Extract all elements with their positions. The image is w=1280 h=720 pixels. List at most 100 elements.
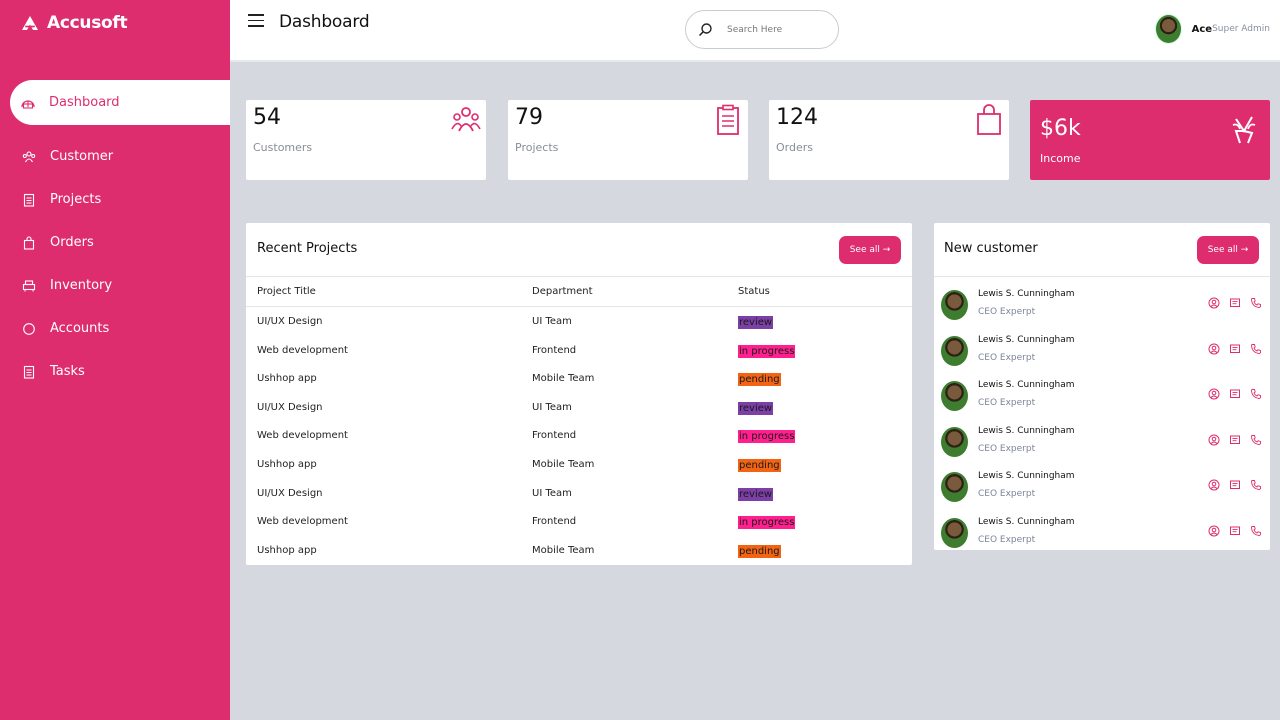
user-icon[interactable] xyxy=(1208,388,1220,400)
phone-icon[interactable] xyxy=(1250,297,1262,309)
project-title: Ushhop app xyxy=(257,373,317,385)
status-badge: review xyxy=(738,401,774,415)
stat-card-customers[interactable]: 54 Customers xyxy=(246,100,486,180)
user-icon[interactable] xyxy=(1208,343,1220,355)
status-badge: pending xyxy=(738,544,781,558)
sidebar-item-customer[interactable]: Customer xyxy=(0,135,230,178)
see-all-projects-button[interactable]: See all → xyxy=(839,236,901,264)
avatar xyxy=(941,381,968,412)
sidebar-item-tasks[interactable]: Tasks xyxy=(0,350,230,393)
stat-label: Projects xyxy=(515,141,559,154)
stat-card-income[interactable]: $6k Income xyxy=(1030,100,1270,180)
panel-header: Recent Projects See all → xyxy=(246,223,912,277)
user-profile[interactable]: Ace Super Admin xyxy=(1154,14,1270,44)
shopping-bag-icon xyxy=(977,104,1001,135)
status-badge: review xyxy=(738,316,774,329)
stat-card-orders[interactable]: 124 Orders xyxy=(769,100,1009,180)
brand[interactable]: Accusoft xyxy=(22,13,128,33)
sidebar-item-label: Dashboard xyxy=(49,95,120,110)
list-item[interactable]: Lewis S. Cunningham CEO Experpt xyxy=(934,464,1270,510)
avatar xyxy=(941,472,968,503)
project-department: Mobile Team xyxy=(532,544,595,556)
clipboard-icon xyxy=(22,193,36,207)
phone-icon[interactable] xyxy=(1250,479,1262,491)
sidebar-item-projects[interactable]: Projects xyxy=(0,178,230,221)
user-icon[interactable] xyxy=(1208,297,1220,309)
list-item[interactable]: Lewis S. Cunningham CEO Experpt xyxy=(934,510,1270,556)
list-item[interactable]: Lewis S. Cunningham CEO Experpt xyxy=(934,419,1270,465)
message-icon[interactable] xyxy=(1229,434,1241,446)
project-department: UI Team xyxy=(532,487,572,499)
user-name: Ace xyxy=(1191,23,1213,35)
customer-role: CEO Experpt xyxy=(978,398,1036,409)
list-item[interactable]: Lewis S. Cunningham CEO Experpt xyxy=(934,373,1270,419)
phone-icon[interactable] xyxy=(1250,434,1262,446)
sidebar-item-orders[interactable]: Orders xyxy=(0,221,230,264)
table-row[interactable]: UI/UX Design UI Team review xyxy=(246,393,912,421)
sidebar-item-accounts[interactable]: Accounts xyxy=(0,307,230,350)
project-title: UI/UX Design xyxy=(257,487,323,499)
search-input[interactable] xyxy=(727,24,822,35)
stat-label: Income xyxy=(1040,152,1081,165)
clipboard-icon xyxy=(717,104,739,135)
message-icon[interactable] xyxy=(1229,479,1241,491)
customer-role: CEO Experpt xyxy=(978,535,1036,545)
table-row[interactable]: Web development Frontend in progress xyxy=(246,336,912,364)
avatar xyxy=(1154,14,1182,44)
project-department: UI Team xyxy=(532,316,572,327)
column-header: Project Title xyxy=(257,286,316,297)
project-department: Mobile Team xyxy=(532,459,595,470)
list-item[interactable]: Lewis S. Cunningham CEO Experpt xyxy=(934,328,1270,374)
phone-icon[interactable] xyxy=(1250,525,1262,537)
message-icon[interactable] xyxy=(1229,388,1241,400)
sidebar-item-dashboard[interactable]: Dashboard xyxy=(10,80,230,125)
table-row[interactable]: UI/UX Design UI Team review xyxy=(246,479,912,507)
customer-actions xyxy=(1208,297,1262,309)
table-row[interactable]: Ushhop app Mobile Team pending xyxy=(246,536,912,564)
user-icon[interactable] xyxy=(1208,525,1220,537)
search-icon xyxy=(698,23,712,37)
table-header: Project Title Department Status xyxy=(246,277,912,307)
project-title: UI/UX Design xyxy=(257,316,323,327)
search-box[interactable] xyxy=(685,10,839,49)
table-row[interactable]: Web development Frontend in progress xyxy=(246,421,912,449)
sidebar-item-label: Orders xyxy=(50,235,94,250)
panel-header: New customer See all → xyxy=(934,223,1270,277)
panel-title: New customer xyxy=(944,241,1038,256)
list-item[interactable]: Lewis S. Cunningham CEO Experpt xyxy=(934,282,1270,328)
user-icon[interactable] xyxy=(1208,434,1220,446)
customer-actions xyxy=(1208,525,1262,537)
project-title: Web development xyxy=(257,344,348,356)
user-icon[interactable] xyxy=(1208,479,1220,491)
phone-icon[interactable] xyxy=(1250,388,1262,400)
project-title: Web development xyxy=(257,430,348,442)
inventory-icon xyxy=(22,279,36,293)
status-badge: in progress xyxy=(738,430,796,444)
see-all-customers-button[interactable]: See all → xyxy=(1197,236,1259,264)
menu-toggle-icon[interactable] xyxy=(248,14,264,28)
page-title: Dashboard xyxy=(279,12,370,32)
project-department: Frontend xyxy=(532,344,577,356)
avatar xyxy=(941,426,968,457)
sidebar-item-label: Accounts xyxy=(50,321,110,336)
stat-value: $6k xyxy=(1040,116,1081,141)
table-row[interactable]: Web development Frontend in progress xyxy=(246,507,912,535)
shopping-bag-icon xyxy=(22,235,36,250)
table-row[interactable]: Ushhop app Mobile Team pending xyxy=(246,450,912,478)
customer-name: Lewis S. Cunningham xyxy=(978,517,1075,527)
sidebar-item-label: Inventory xyxy=(50,278,113,293)
message-icon[interactable] xyxy=(1229,525,1241,537)
customers-icon xyxy=(22,150,36,164)
stat-value: 79 xyxy=(515,105,543,130)
sidebar-item-inventory[interactable]: Inventory xyxy=(0,264,230,307)
message-icon[interactable] xyxy=(1229,297,1241,309)
project-title: Ushhop app xyxy=(257,544,317,556)
stat-card-projects[interactable]: 79 Projects xyxy=(508,100,748,180)
phone-icon[interactable] xyxy=(1250,343,1262,355)
customer-role: CEO Experpt xyxy=(978,443,1036,454)
project-department: UI Team xyxy=(532,401,572,413)
table-row[interactable]: Ushhop app Mobile Team pending xyxy=(246,364,912,392)
message-icon[interactable] xyxy=(1229,343,1241,355)
table-row[interactable]: UI/UX Design UI Team review xyxy=(246,307,912,335)
sidebar-item-label: Customer xyxy=(50,149,114,164)
